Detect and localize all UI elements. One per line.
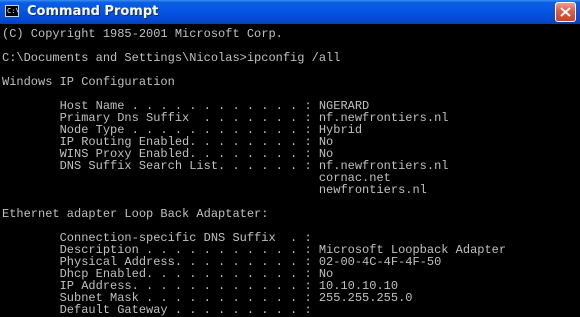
window-title: Command Prompt <box>27 4 159 19</box>
console-line-prompt: C:\Documents and Settings\Nicolas>ipconf… <box>2 51 341 65</box>
console-line-default-gateway: Default Gateway . . . . . . . . . : <box>2 303 312 317</box>
console-output[interactable]: (C) Copyright 1985-2001 Microsoft Corp. … <box>0 24 580 317</box>
console-line-copyright: (C) Copyright 1985-2001 Microsoft Corp. <box>2 27 283 41</box>
close-button[interactable] <box>555 2 576 22</box>
command-prompt-window: C:\ Command Prompt (C) Copyright 1985-20… <box>0 0 580 317</box>
console-section-adapter: Ethernet adapter Loop Back Adaptater: <box>2 207 269 221</box>
console-section-ip-config: Windows IP Configuration <box>2 75 175 89</box>
close-icon <box>560 7 571 17</box>
title-bar[interactable]: C:\ Command Prompt <box>0 0 580 24</box>
cmd-icon[interactable]: C:\ <box>5 5 19 17</box>
console-line-dns-suffix-search-3: newfrontiers.nl <box>2 183 427 197</box>
